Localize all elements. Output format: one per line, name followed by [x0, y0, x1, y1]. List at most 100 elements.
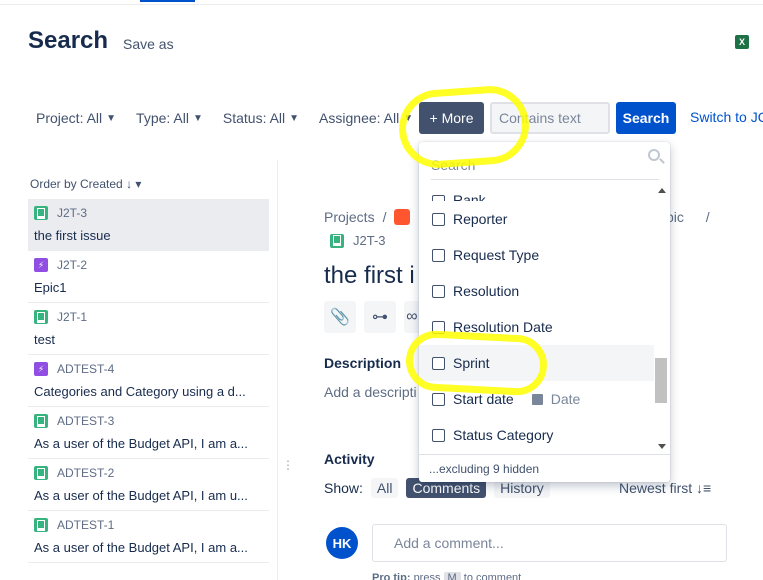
avatar: HK [326, 527, 358, 559]
issue-key: ADTEST-1 [57, 518, 115, 532]
scroll-up-icon[interactable] [658, 188, 666, 193]
search-button[interactable]: Search [616, 102, 676, 134]
comment-input[interactable]: Add a comment... [372, 524, 727, 562]
story-icon [34, 414, 48, 428]
issue-summary: the first issue [34, 228, 111, 243]
breadcrumb-epic[interactable]: pic / [666, 209, 710, 225]
checkbox[interactable] [432, 428, 445, 442]
story-icon [34, 466, 48, 480]
checkbox[interactable] [432, 284, 445, 298]
project-avatar-icon [394, 209, 411, 225]
checkbox[interactable] [432, 320, 445, 334]
pro-tip-key: M [443, 572, 461, 580]
description-label: Description [324, 355, 402, 371]
epic-icon [34, 362, 48, 376]
sort-order-button[interactable]: Newest first ↓≡ [619, 480, 711, 496]
attach-icon[interactable]: 📎 [324, 301, 356, 333]
excel-export-icon[interactable]: X [735, 35, 749, 49]
chevron-down-icon: ▼ [289, 112, 300, 124]
field-option-label: Sprint [453, 355, 490, 371]
field-option-resolution-date[interactable]: Resolution Date [419, 309, 654, 345]
link-icon[interactable]: ∞ [404, 301, 420, 333]
order-by-control[interactable]: Order by Created ↓ ▾ [30, 177, 141, 191]
field-option-label: Resolution Date [453, 319, 553, 335]
scroll-down-icon[interactable] [658, 444, 666, 449]
panel-divider [277, 160, 278, 580]
field-option-label: Start date [453, 391, 514, 407]
status-filter[interactable]: Status: All ▼ [223, 110, 299, 126]
story-icon [34, 310, 48, 324]
field-option-label: Resolution [453, 283, 520, 299]
top-divider [0, 4, 763, 5]
show-all-button[interactable]: All [370, 478, 399, 498]
chevron-down-icon: ▼ [192, 112, 203, 124]
issue-summary: Categories and Category using a d... [34, 384, 246, 399]
issue-title[interactable]: the first i [324, 262, 415, 290]
field-option-label: Reporter [453, 211, 508, 227]
list-item[interactable]: ADTEST-4 Categories and Category using a… [28, 355, 269, 407]
checkbox[interactable] [432, 212, 445, 226]
switch-to-jql-link[interactable]: Switch to JQL [690, 109, 763, 125]
breadcrumb-issue-key[interactable]: J2T-3 [330, 233, 386, 248]
assignee-filter-label: Assignee: All [319, 110, 400, 126]
more-fields-dropdown: Search Rank Reporter Request Type Resolu… [419, 142, 670, 482]
field-option-start-date[interactable]: Start date Date [419, 381, 654, 417]
save-as-button[interactable]: Save as [123, 36, 174, 52]
checkbox[interactable] [432, 248, 445, 262]
breadcrumb-projects[interactable]: Projects [324, 209, 375, 225]
scrollbar-thumb[interactable] [655, 358, 667, 403]
project-filter[interactable]: Project: All ▼ [36, 110, 116, 126]
issue-key: J2T-3 [353, 233, 386, 248]
sort-order-label: Newest first [619, 480, 693, 496]
checkbox[interactable] [432, 356, 445, 370]
search-icon [648, 149, 660, 161]
epic-icon [34, 258, 48, 272]
nav-active-indicator [140, 0, 195, 2]
list-item[interactable]: J2T-3 the first issue [28, 199, 269, 251]
list-item[interactable]: J2T-2 Epic1 [28, 251, 269, 303]
breadcrumb: Projects / [324, 209, 411, 225]
contains-text-input[interactable]: Contains text [490, 102, 610, 134]
page-title: Search [28, 27, 109, 54]
field-option-rank[interactable]: Rank [419, 183, 654, 201]
story-icon [330, 233, 344, 248]
pro-tip: Pro tip: press M to comment [372, 572, 521, 580]
assignee-filter[interactable]: Assignee: All ▼ [319, 110, 413, 126]
field-option-label: Rank [453, 192, 486, 201]
resize-handle-icon[interactable]: ⋮ [282, 458, 294, 472]
field-option-request-type[interactable]: Request Type [419, 237, 654, 273]
list-item[interactable]: J2T-1 test [28, 303, 269, 355]
type-filter[interactable]: Type: All ▼ [136, 110, 203, 126]
list-item[interactable]: ADTEST-1 As a user of the Budget API, I … [28, 511, 269, 563]
description-field[interactable]: Add a descripti [324, 384, 417, 400]
chevron-down-icon: ▼ [106, 112, 117, 124]
checkbox[interactable] [432, 392, 445, 406]
dropdown-scrollbar[interactable] [654, 183, 668, 454]
field-search-input[interactable]: Search [431, 150, 659, 180]
issue-summary: As a user of the Budget API, I am u... [34, 488, 248, 503]
field-option-label: Status Category [453, 427, 554, 443]
order-by-label: Order by Created [30, 177, 123, 191]
type-filter-label: Type: All [136, 110, 189, 126]
pro-tip-prefix: Pro tip: [372, 572, 411, 580]
field-option-label: Request Type [453, 247, 540, 263]
issue-summary: Epic1 [34, 280, 67, 295]
more-filters-button[interactable]: + More [419, 102, 484, 134]
story-icon [34, 518, 48, 532]
field-option-reporter[interactable]: Reporter [419, 201, 654, 237]
sort-icon: ↓≡ [696, 480, 712, 496]
list-item[interactable]: ADTEST-2 As a user of the Budget API, I … [28, 459, 269, 511]
issue-key: ADTEST-3 [57, 414, 115, 428]
field-option-sprint[interactable]: Sprint [419, 345, 654, 381]
date-type-label: Date [550, 391, 581, 407]
show-label: Show: [324, 480, 363, 496]
issue-key: J2T-1 [57, 310, 88, 324]
date-type-hint: Date [531, 391, 581, 407]
child-issues-icon[interactable]: ⊶ [364, 301, 396, 333]
field-option-status-category[interactable]: Status Category [419, 417, 654, 453]
story-icon [34, 206, 48, 220]
list-item[interactable]: ADTEST-3 As a user of the Budget API, I … [28, 407, 269, 459]
calendar-icon [531, 393, 543, 405]
checkbox[interactable] [432, 195, 445, 201]
field-option-resolution[interactable]: Resolution [419, 273, 654, 309]
